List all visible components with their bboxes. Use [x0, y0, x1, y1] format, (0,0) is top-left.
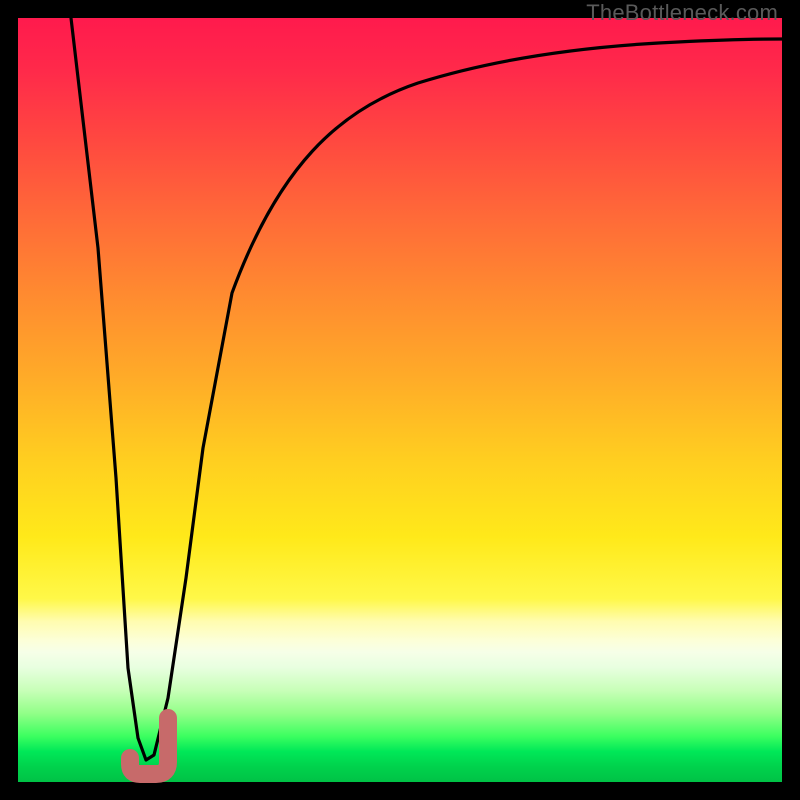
chart-frame: TheBottleneck.com [0, 0, 800, 800]
bottleneck-curve [71, 18, 782, 760]
curve-layer [18, 18, 782, 782]
watermark-text: TheBottleneck.com [586, 0, 778, 26]
